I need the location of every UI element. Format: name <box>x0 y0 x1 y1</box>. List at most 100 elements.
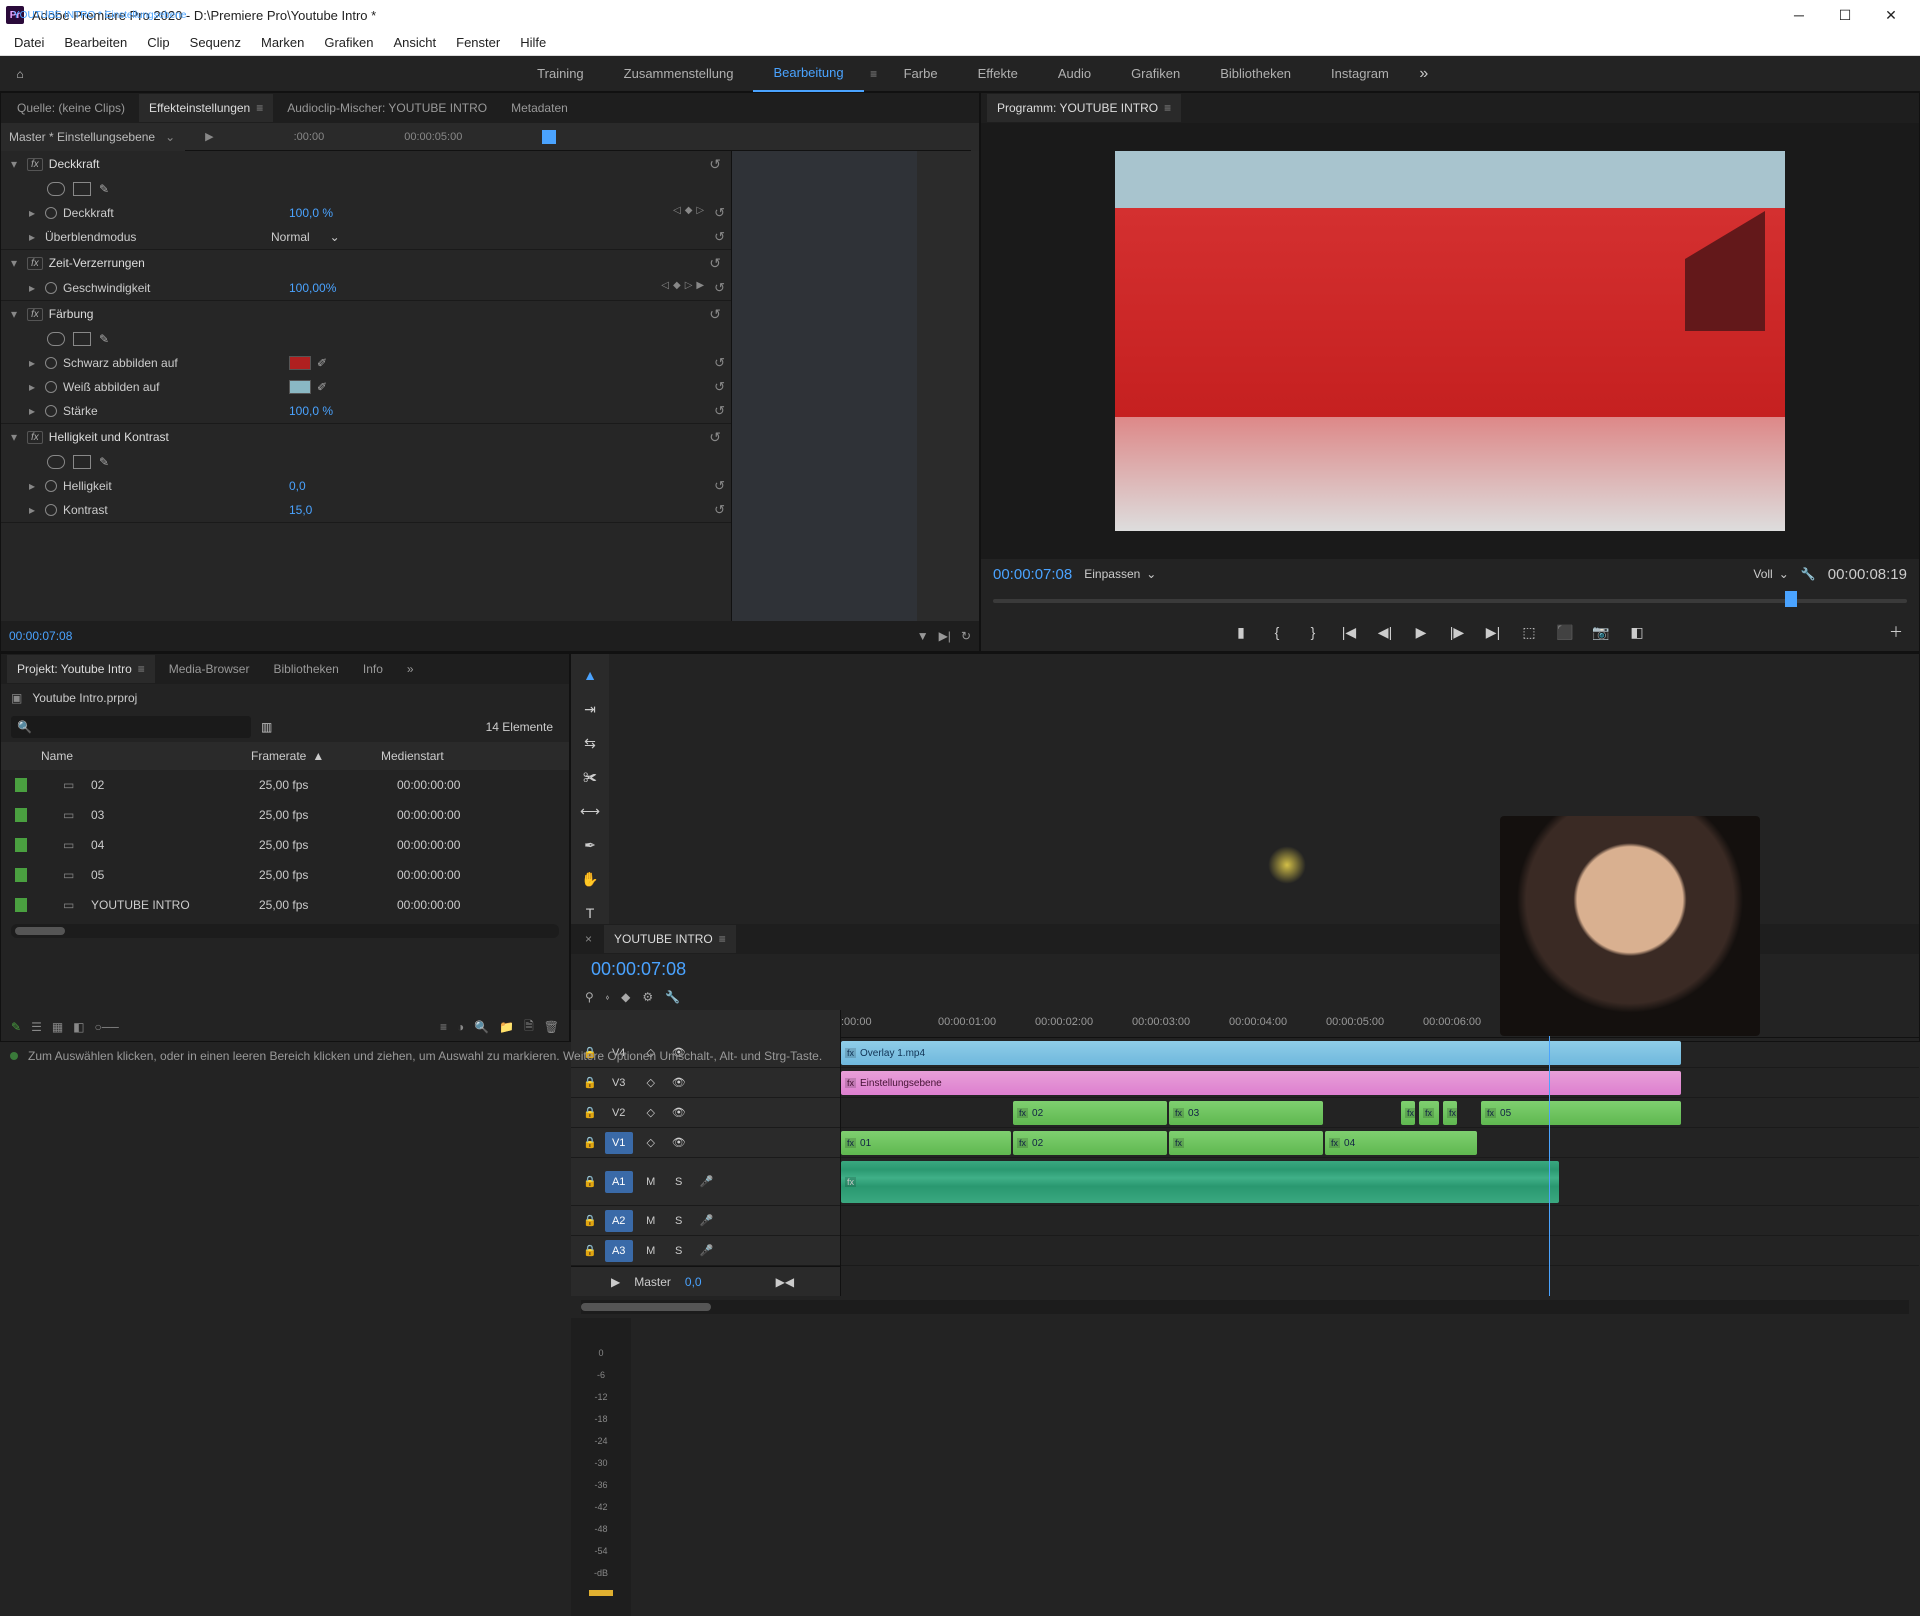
pen-tool-icon[interactable]: ✒ <box>579 834 601 856</box>
tab-effect-controls[interactable]: Effekteinstellungen≡ <box>139 94 273 122</box>
label-color[interactable] <box>15 868 27 882</box>
tab-audio-mixer[interactable]: Audioclip-Mischer: YOUTUBE INTRO <box>277 94 497 122</box>
step-forward-icon[interactable]: |▶ <box>1446 621 1468 643</box>
wrench-icon[interactable]: 🔧 <box>665 990 680 1004</box>
ellipse-mask-icon[interactable] <box>47 182 65 196</box>
fit-select[interactable]: Einpassen⌄ <box>1084 567 1156 581</box>
property-value[interactable]: 100,0 % <box>289 404 409 418</box>
snap-icon[interactable]: ⚲ <box>585 990 594 1004</box>
menu-fenster[interactable]: Fenster <box>446 35 510 50</box>
go-out-icon[interactable]: ▶| <box>1482 621 1504 643</box>
reset-icon[interactable]: ↺ <box>714 229 725 245</box>
workspace-menu-icon[interactable]: ≡ <box>864 67 884 81</box>
freeform-view-icon[interactable]: ◧ <box>73 1020 84 1034</box>
stopwatch-icon[interactable] <box>45 480 57 492</box>
close-seq-icon[interactable]: × <box>577 932 600 946</box>
property-value[interactable]: 15,0 <box>289 503 409 517</box>
panel-menu-icon[interactable]: ≡ <box>256 101 263 115</box>
fx-badge-icon[interactable]: fx <box>27 308 43 321</box>
reset-icon[interactable]: ↺ <box>714 379 725 395</box>
col-name[interactable]: Name <box>41 749 251 763</box>
stopwatch-icon[interactable] <box>45 207 57 219</box>
disclose-icon[interactable]: ▸ <box>29 479 39 493</box>
selection-tool-icon[interactable]: ▲ <box>579 664 601 686</box>
fx-group-header[interactable]: ▾ fx Zeit-Verzerrungen ↺ <box>1 250 731 276</box>
track-v1-header[interactable]: 🔒V1◇👁 <box>571 1128 840 1158</box>
workspace-zusammenstellung[interactable]: Zusammenstellung <box>604 56 754 92</box>
out-point-icon[interactable]: } <box>1302 621 1324 643</box>
hand-tool-icon[interactable]: ✋ <box>579 868 601 890</box>
rect-mask-icon[interactable] <box>73 332 91 346</box>
new-item-icon[interactable]: ✎ <box>11 1020 21 1034</box>
sort-icon[interactable]: ≡ <box>440 1020 447 1034</box>
sequence-clip-label[interactable]: YOUTUBE INTRO * Einstellungsebene <box>9 3 186 27</box>
reset-icon[interactable]: ↺ <box>714 403 725 419</box>
track-select-tool-icon[interactable]: ⇥ <box>579 698 601 720</box>
icon-view-icon[interactable]: ▦ <box>52 1020 63 1034</box>
workspace-instagram[interactable]: Instagram <box>1311 56 1409 92</box>
fx-badge-icon[interactable]: fx <box>27 257 43 270</box>
timeline-clip[interactable]: fx02 <box>1013 1131 1167 1155</box>
eyedropper-icon[interactable]: ✐ <box>317 356 327 370</box>
ec-playhead-marker[interactable] <box>542 130 556 144</box>
program-scrubber[interactable] <box>993 589 1907 613</box>
reset-icon[interactable]: ↺ <box>714 478 725 494</box>
track-v2-header[interactable]: 🔒V2◇👁 <box>571 1098 840 1128</box>
project-item-row[interactable]: ▭ 05 25,00 fps 00:00:00:00 <box>1 860 569 890</box>
quality-select[interactable]: Voll⌄ <box>1753 567 1788 581</box>
reset-icon[interactable]: ↺ <box>709 429 721 446</box>
eyedropper-icon[interactable]: ✐ <box>317 380 327 394</box>
project-item-row[interactable]: ▭ 04 25,00 fps 00:00:00:00 <box>1 830 569 860</box>
export-frame-icon[interactable]: 📷 <box>1590 621 1612 643</box>
trash-icon[interactable]: 🗑 <box>544 1020 559 1034</box>
home-icon[interactable]: ⌂ <box>8 62 32 86</box>
stopwatch-icon[interactable] <box>45 405 57 417</box>
workspace-training[interactable]: Training <box>517 56 603 92</box>
disclose-icon[interactable]: ▸ <box>29 356 39 370</box>
rect-mask-icon[interactable] <box>73 182 91 196</box>
label-color[interactable] <box>15 898 27 912</box>
menu-clip[interactable]: Clip <box>137 35 179 50</box>
maximize-button[interactable]: ☐ <box>1822 0 1868 30</box>
property-value[interactable]: 100,0 % <box>289 206 409 220</box>
mic-icon[interactable]: 🎤 <box>697 1175 717 1188</box>
auto-icon[interactable]: ◑ <box>457 1020 464 1034</box>
timeline-scrollbar[interactable] <box>581 1300 1909 1314</box>
panel-menu-icon[interactable]: ≡ <box>1164 101 1171 115</box>
project-item-row[interactable]: ▭ YOUTUBE INTRO 25,00 fps 00:00:00:00 <box>1 890 569 920</box>
label-color[interactable] <box>15 808 27 822</box>
type-tool-icon[interactable]: T <box>579 902 601 924</box>
timeline-clip[interactable]: fx05 <box>1481 1101 1681 1125</box>
workspace-audio[interactable]: Audio <box>1038 56 1111 92</box>
menu-hilfe[interactable]: Hilfe <box>510 35 556 50</box>
fx-group-header[interactable]: ▾ fx Helligkeit und Kontrast ↺ <box>1 424 731 450</box>
label-color[interactable] <box>15 778 27 792</box>
timeline-timecode[interactable]: 00:00:07:08 <box>581 957 696 982</box>
compare-icon[interactable]: ◧ <box>1626 621 1648 643</box>
timeline-clip[interactable]: fx <box>1443 1101 1457 1125</box>
tab-libraries[interactable]: Bibliotheken <box>263 655 348 683</box>
reset-icon[interactable]: ↺ <box>714 502 725 518</box>
tab-source[interactable]: Quelle: (keine Clips) <box>7 94 135 122</box>
track-a1-header[interactable]: 🔒A1MS🎤 <box>571 1158 840 1206</box>
program-timecode[interactable]: 00:00:07:08 <box>993 566 1072 583</box>
next-kf-icon[interactable]: ▷ <box>685 280 693 296</box>
reset-icon[interactable]: ↺ <box>709 255 721 272</box>
ripple-edit-tool-icon[interactable]: ⇆ <box>579 732 601 754</box>
disclose-icon[interactable]: ▸ <box>29 230 39 244</box>
fx-group-header[interactable]: ▾ fx Färbung ↺ <box>1 301 731 327</box>
ellipse-mask-icon[interactable] <box>47 455 65 469</box>
zoom-slider[interactable]: ○── <box>95 1020 119 1034</box>
stopwatch-icon[interactable] <box>45 381 57 393</box>
timeline-clip[interactable]: fx02 <box>1013 1101 1167 1125</box>
play-icon[interactable]: ▶ <box>1410 621 1432 643</box>
timeline-clip[interactable]: fx <box>1419 1101 1439 1125</box>
menu-grafiken[interactable]: Grafiken <box>314 35 383 50</box>
reset-icon[interactable]: ↺ <box>714 205 725 221</box>
col-medienstart[interactable]: Medienstart <box>381 749 569 763</box>
stopwatch-icon[interactable] <box>45 504 57 516</box>
track-a2-header[interactable]: 🔒A2MS🎤 <box>571 1206 840 1236</box>
tab-project[interactable]: Projekt: Youtube Intro≡ <box>7 655 155 683</box>
add-kf-icon[interactable]: ◆ <box>685 205 693 221</box>
disclose-icon[interactable]: ▸ <box>29 503 39 517</box>
